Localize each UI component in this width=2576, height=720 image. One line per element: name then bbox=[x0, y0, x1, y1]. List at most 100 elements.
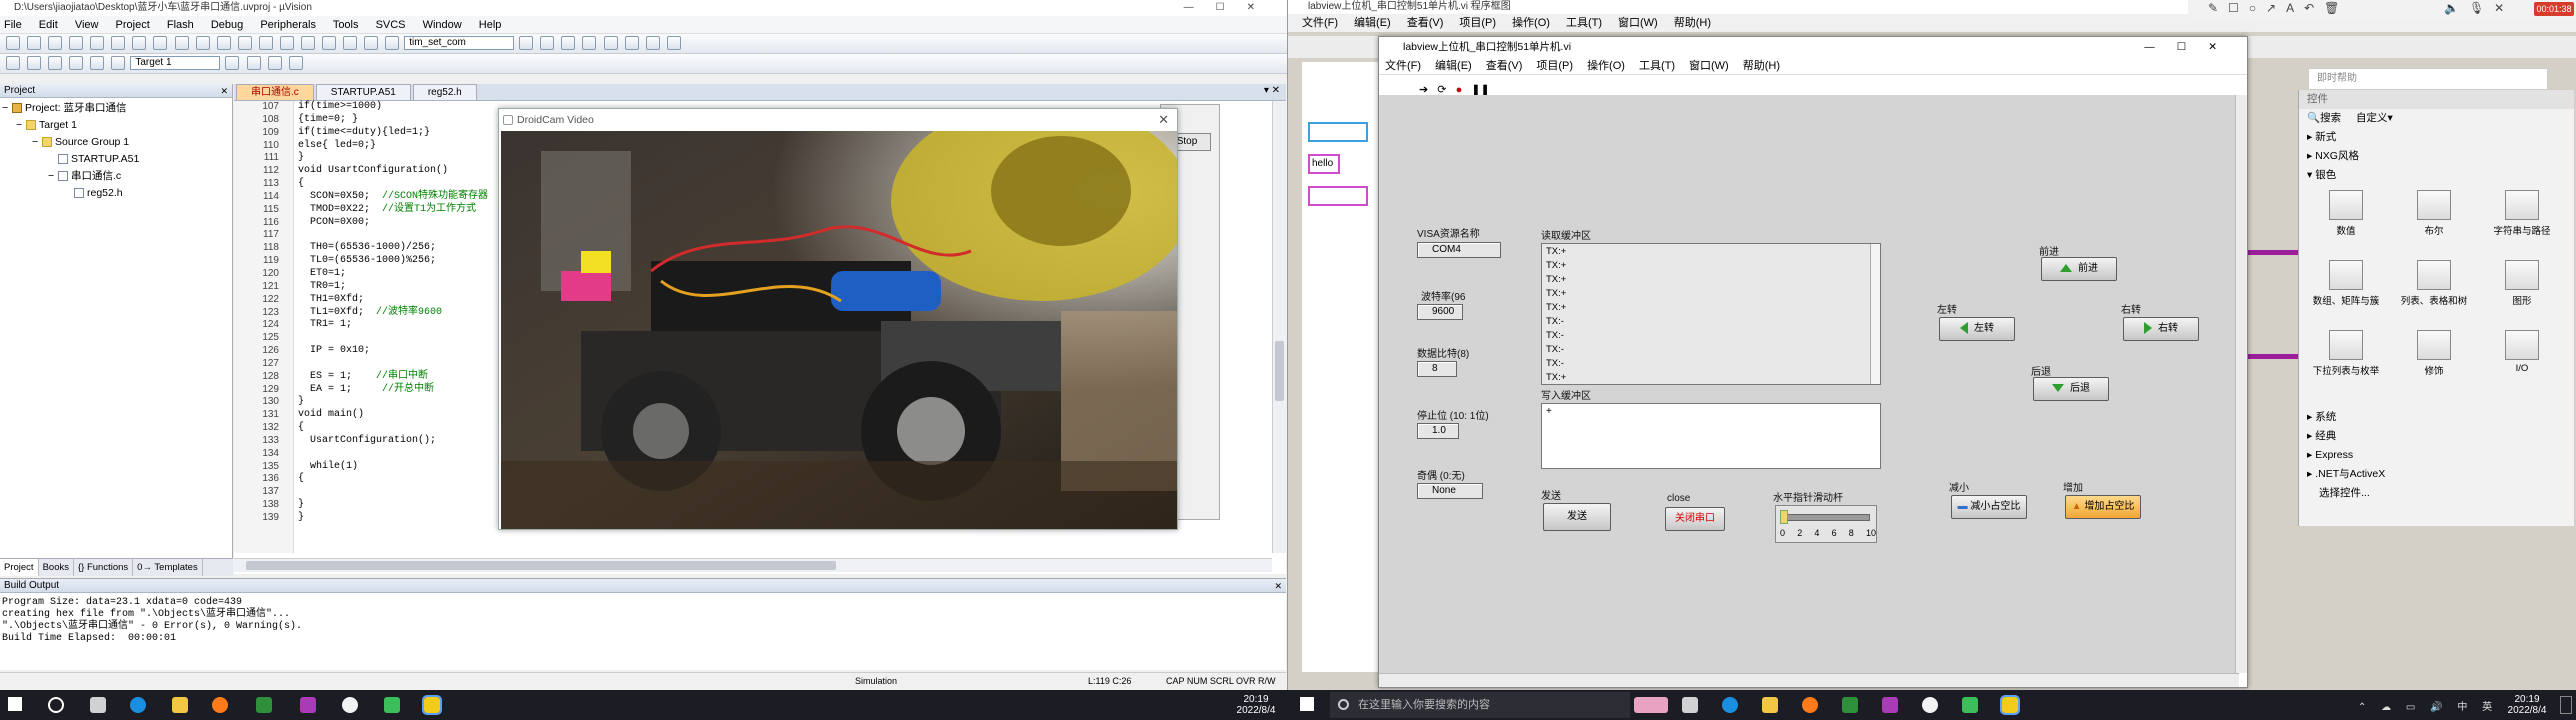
target-combo[interactable]: Target 1 bbox=[130, 56, 221, 70]
firefox-icon[interactable] bbox=[1802, 697, 1818, 713]
configure-icon[interactable] bbox=[666, 36, 681, 50]
find-icon[interactable] bbox=[519, 36, 534, 50]
rebuild-icon[interactable] bbox=[48, 56, 63, 70]
bd-menu-window[interactable]: 窗口(W) bbox=[1618, 17, 1658, 29]
tab-project[interactable]: Project bbox=[0, 559, 39, 576]
build-close-icon[interactable]: ✕ bbox=[1274, 579, 1282, 593]
new-file-icon[interactable] bbox=[6, 36, 20, 50]
undo-icon[interactable] bbox=[153, 36, 168, 50]
editor-close-icon[interactable]: ▾ ✕ bbox=[1264, 85, 1280, 96]
palette-search[interactable]: 搜索 bbox=[2320, 112, 2341, 124]
file-explorer-icon[interactable] bbox=[1762, 697, 1778, 713]
onenote-icon[interactable] bbox=[300, 697, 316, 713]
outdent-icon[interactable] bbox=[321, 36, 336, 50]
fp-menu-tools[interactable]: 工具(T) bbox=[1639, 60, 1675, 72]
front-panel-vscrollbar[interactable] bbox=[2235, 95, 2247, 673]
nav-forward-icon[interactable] bbox=[216, 36, 231, 50]
task-view-icon[interactable] bbox=[90, 697, 106, 713]
file-explorer-icon[interactable] bbox=[172, 697, 188, 713]
nav-back-icon[interactable] bbox=[195, 36, 210, 50]
menu-file[interactable]: File bbox=[4, 19, 22, 31]
kill-breakpoints-icon[interactable] bbox=[624, 36, 639, 50]
find-in-files-icon[interactable] bbox=[385, 36, 400, 50]
fp-menu-project[interactable]: 项目(P) bbox=[1536, 60, 1573, 72]
read-buffer-display[interactable]: TX:+ TX:+ TX:+ TX:+ TX:+ TX:- TX:- TX:- TX:- TX:+ bbox=[1541, 243, 1881, 385]
bd-menu-project[interactable]: 项目(P) bbox=[1459, 17, 1496, 29]
tab-functions[interactable]: {} Functions bbox=[74, 559, 134, 576]
palette-tile-array[interactable]: 数组、矩阵与簇 bbox=[2311, 260, 2381, 307]
menu-tools[interactable]: Tools bbox=[333, 19, 359, 31]
debug-start-icon[interactable] bbox=[561, 36, 576, 50]
search-icon[interactable] bbox=[48, 697, 64, 713]
read-buffer-scrollbar[interactable] bbox=[1870, 244, 1880, 384]
tree-file-reg52[interactable]: reg52.h bbox=[2, 185, 232, 202]
windows-start-icon[interactable] bbox=[8, 697, 22, 711]
fp-menu-view[interactable]: 查看(V) bbox=[1486, 60, 1523, 72]
task-view-icon[interactable] bbox=[1682, 697, 1698, 713]
labview-taskbar-icon[interactable] bbox=[384, 697, 400, 713]
write-buffer-input[interactable]: + bbox=[1541, 403, 1881, 469]
palette-tile-list[interactable]: 列表、表格和树 bbox=[2399, 260, 2469, 307]
tree-target[interactable]: − Target 1 bbox=[2, 117, 232, 134]
bd-string-constant[interactable]: hello bbox=[1308, 154, 1340, 174]
fp-menu-help[interactable]: 帮助(H) bbox=[1743, 60, 1780, 72]
menu-help[interactable]: Help bbox=[479, 19, 502, 31]
disable-breakpoint-icon[interactable] bbox=[603, 36, 618, 50]
menu-flash[interactable]: Flash bbox=[167, 19, 194, 31]
close-port-button[interactable]: 关闭串口 bbox=[1665, 507, 1725, 531]
vim-icon[interactable] bbox=[1842, 697, 1858, 713]
incremental-find-icon[interactable] bbox=[540, 36, 555, 50]
window-controls-icon[interactable]: —☐✕ bbox=[1184, 0, 1277, 16]
menu-debug[interactable]: Debug bbox=[211, 19, 243, 31]
palette-custom[interactable]: 自定义▾ bbox=[2356, 112, 2393, 124]
fp-menu-operate[interactable]: 操作(O) bbox=[1587, 60, 1625, 72]
fp-menu-file[interactable]: 文件(F) bbox=[1385, 60, 1421, 72]
tree-file-main[interactable]: − 串口通信.c bbox=[2, 168, 232, 185]
bd-node[interactable] bbox=[1308, 186, 1368, 206]
window-layout-icon[interactable] bbox=[645, 36, 660, 50]
menu-svcs[interactable]: SVCS bbox=[376, 19, 406, 31]
uncomment-icon[interactable] bbox=[364, 36, 379, 50]
palette-tile-string[interactable]: 字符串与路径 bbox=[2487, 190, 2557, 237]
tree-group[interactable]: − Source Group 1 bbox=[2, 134, 232, 151]
search-highlight-icon[interactable] bbox=[1634, 697, 1668, 713]
select-packs-icon[interactable] bbox=[288, 56, 303, 70]
context-help-box[interactable]: 即时帮助 bbox=[2308, 68, 2548, 90]
paste-icon[interactable] bbox=[132, 36, 147, 50]
bd-node[interactable] bbox=[1308, 122, 1368, 142]
menu-edit[interactable]: Edit bbox=[39, 19, 58, 31]
visa-resource-select[interactable]: COM4 bbox=[1417, 242, 1501, 258]
vim-icon[interactable] bbox=[256, 697, 272, 713]
breakpoint-icon[interactable] bbox=[582, 36, 597, 50]
palette-item-nxg[interactable]: ▸ NXG风格 bbox=[2299, 147, 2574, 166]
pane-close-icon[interactable]: ✕ bbox=[220, 84, 228, 98]
forward-button[interactable]: 前进 bbox=[2041, 257, 2117, 281]
save-all-icon[interactable] bbox=[69, 36, 84, 50]
firefox-icon[interactable] bbox=[212, 697, 228, 713]
copy-icon[interactable] bbox=[111, 36, 126, 50]
palette-tile-numeric[interactable]: 数值 bbox=[2311, 190, 2381, 237]
bd-menu-operate[interactable]: 操作(O) bbox=[1512, 17, 1550, 29]
annotation-tools-icon[interactable]: ✎☐○↗A↶🗑 bbox=[2208, 1, 2349, 15]
increase-duty-button[interactable]: ▲ 增加占空比 bbox=[2065, 495, 2141, 519]
baud-rate-input[interactable]: 9600 bbox=[1417, 304, 1463, 320]
cut-icon[interactable] bbox=[90, 36, 105, 50]
slider-thumb[interactable] bbox=[1780, 510, 1788, 524]
droidcam-close-icon[interactable]: ✕ bbox=[1158, 109, 1169, 131]
palette-item-dotnet[interactable]: ▸ .NET与ActiveX bbox=[2299, 465, 2575, 484]
taskbar-search-box[interactable]: 在这里输入你要搜索的内容 bbox=[1330, 692, 1630, 718]
left-clock[interactable]: 20:19 2022/8/4 bbox=[1228, 694, 1284, 716]
bd-menu-edit[interactable]: 编辑(E) bbox=[1354, 17, 1391, 29]
menu-peripherals[interactable]: Peripherals bbox=[260, 19, 316, 31]
palette-tile-ring[interactable]: 下拉列表与枚举 bbox=[2311, 330, 2381, 377]
stop-build-icon[interactable] bbox=[90, 56, 105, 70]
fp-menu-window[interactable]: 窗口(W) bbox=[1689, 60, 1729, 72]
right-turn-button[interactable]: 右转 bbox=[2123, 317, 2199, 341]
redo-icon[interactable] bbox=[174, 36, 189, 50]
data-bits-input[interactable]: 8 bbox=[1417, 361, 1457, 377]
front-panel-window-controls-icon[interactable]: —☐✕ bbox=[2144, 37, 2239, 57]
build-icon[interactable] bbox=[27, 56, 42, 70]
bookmark-next-icon[interactable] bbox=[279, 36, 294, 50]
tab-templates[interactable]: 0→ Templates bbox=[133, 559, 203, 576]
palette-item-express[interactable]: ▸ Express bbox=[2299, 446, 2575, 465]
